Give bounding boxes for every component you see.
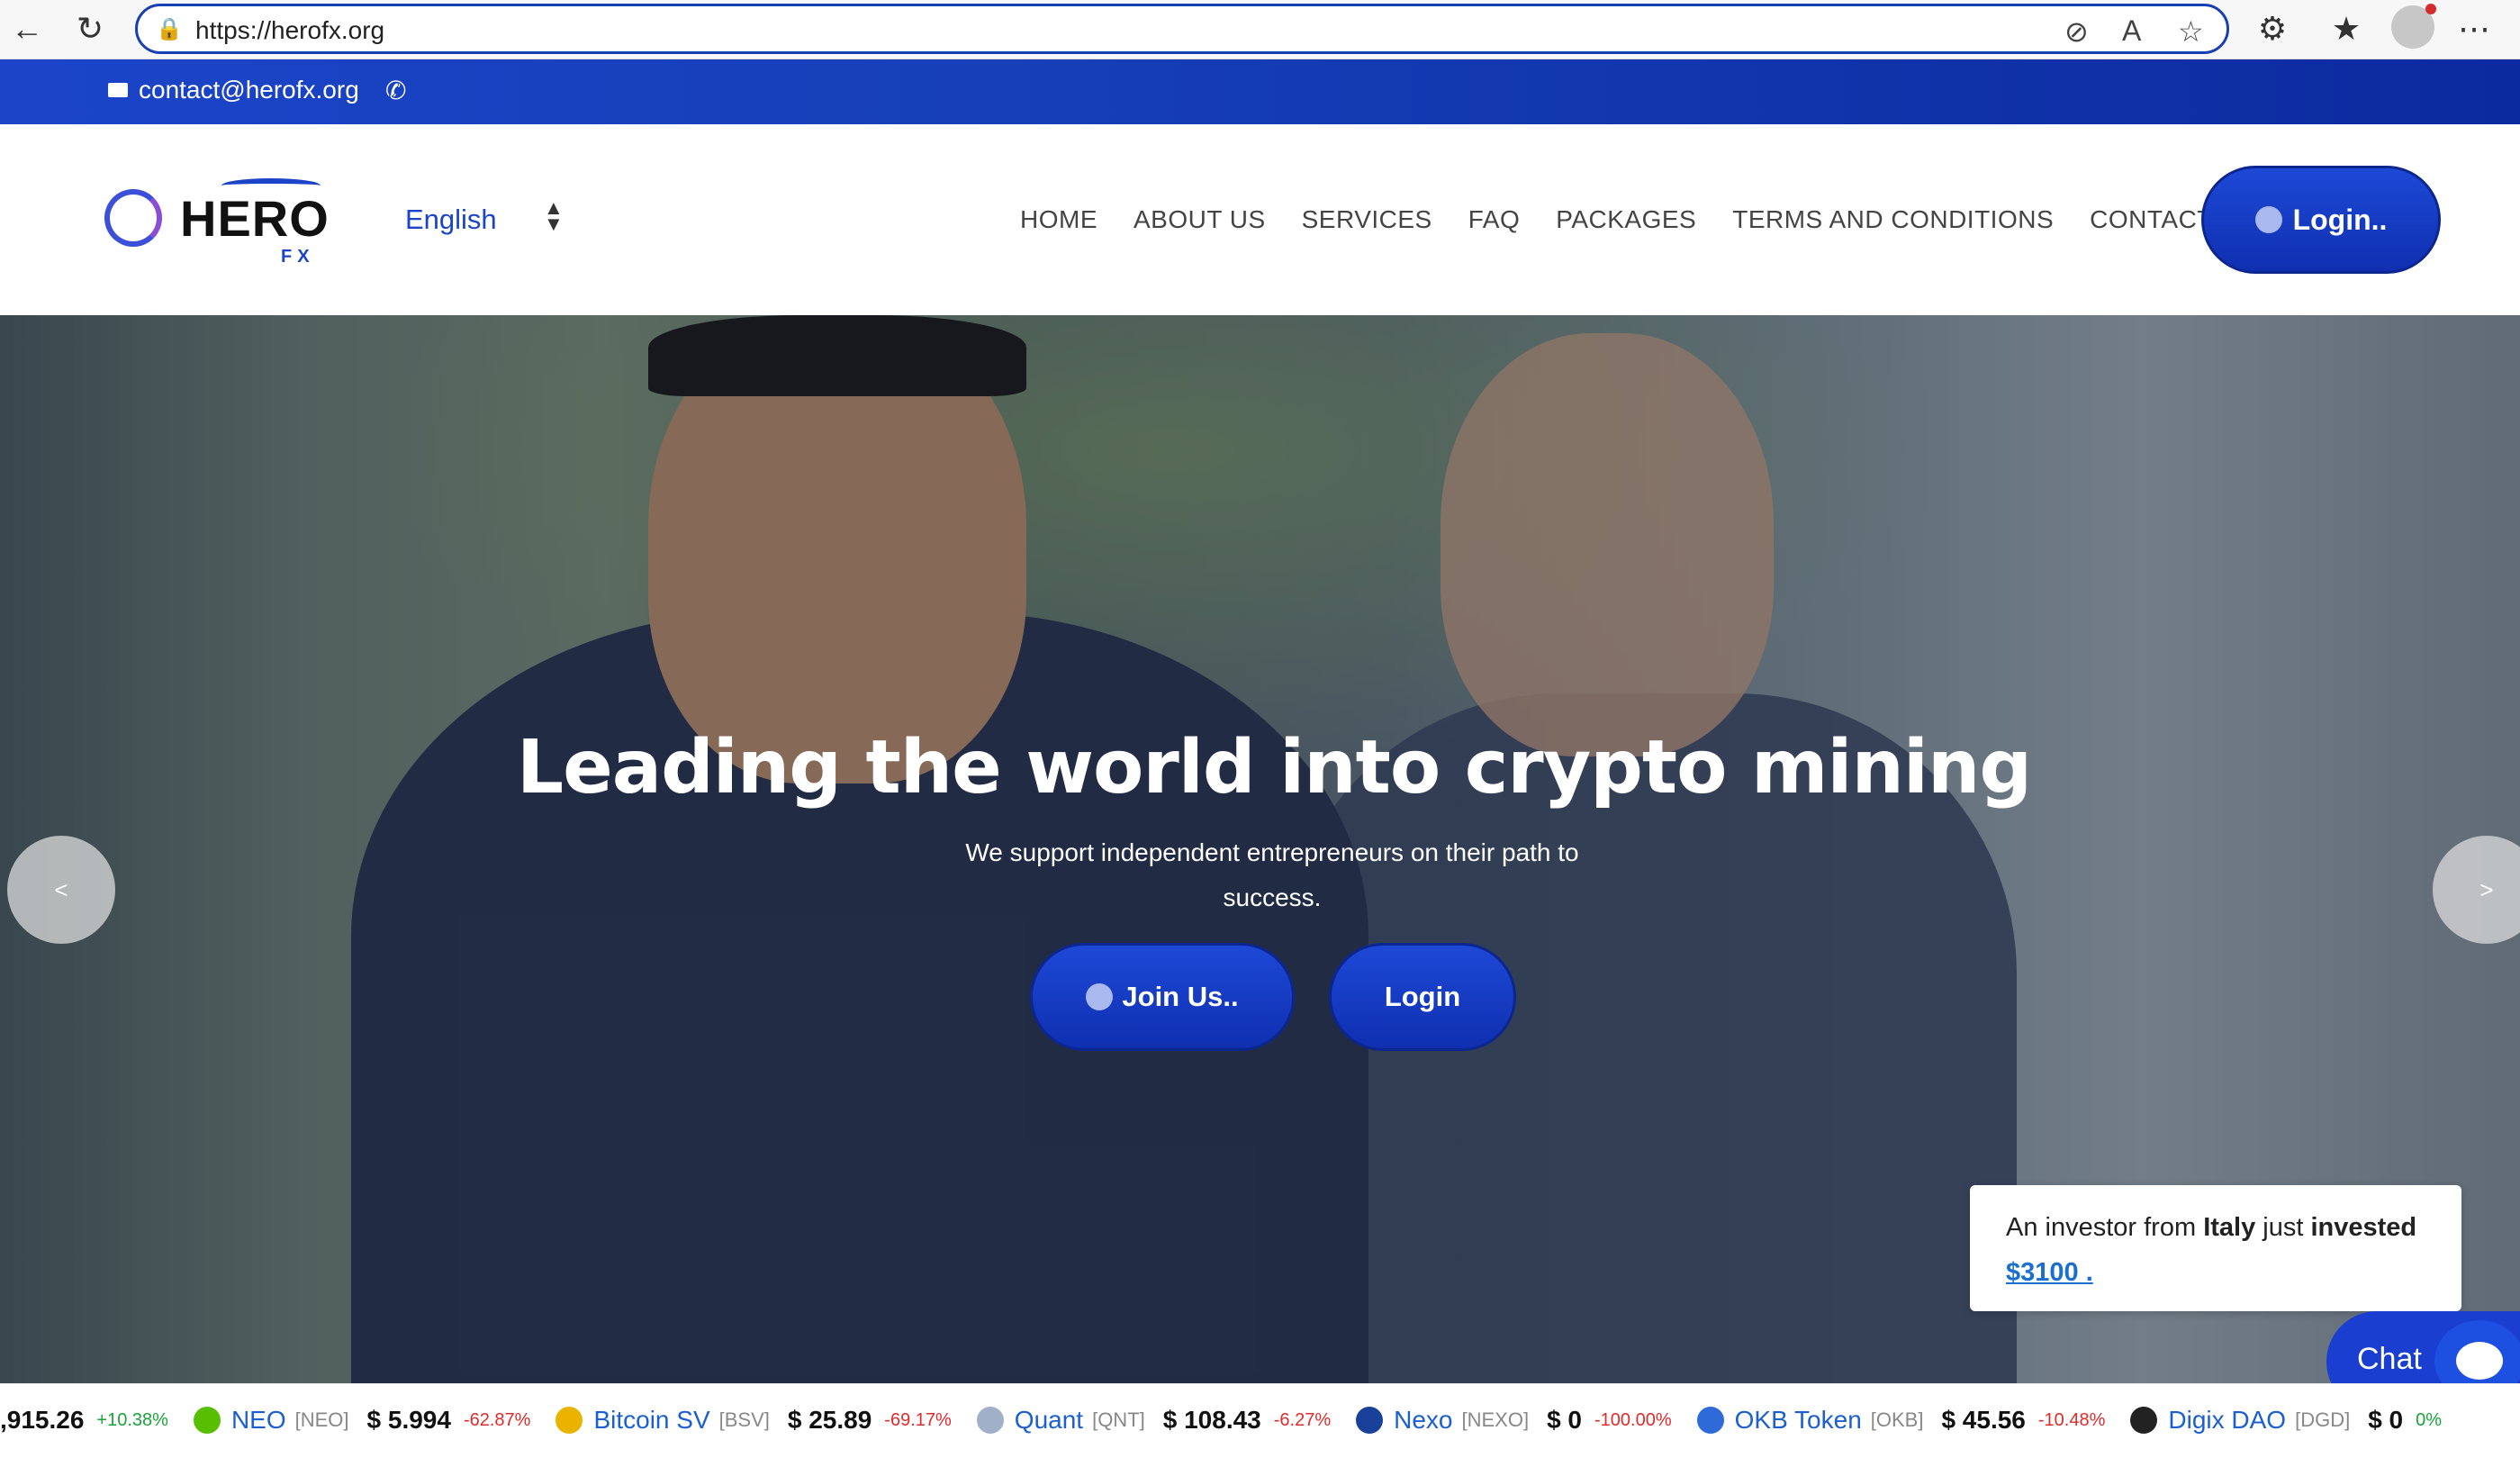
favorite-star-icon[interactable]: ☆: [2178, 14, 2204, 49]
notification-prefix: An investor from: [2006, 1213, 2204, 1242]
reload-icon[interactable]: ↻: [68, 7, 112, 50]
nav-terms[interactable]: TERMS AND CONDITIONS: [1732, 205, 2054, 234]
nav-about-us[interactable]: ABOUT US: [1134, 205, 1266, 234]
coin-price: $ 108.43: [1162, 1406, 1261, 1434]
coin-icon: [2130, 1407, 2158, 1434]
read-aloud-icon[interactable]: A: [2122, 14, 2141, 48]
back-arrow-icon[interactable]: ←: [5, 7, 49, 50]
language-select[interactable]: English: [405, 204, 497, 236]
notification-action: invested: [2310, 1213, 2417, 1242]
extensions-icon[interactable]: ⚙: [2251, 7, 2294, 50]
ticker-item[interactable]: Digix DAO [DGD] $ 0 0%: [2130, 1406, 2442, 1435]
hero-subtitle: We support independent entrepreneurs on …: [965, 838, 1579, 911]
header-login-button[interactable]: Login..: [2201, 166, 2441, 274]
coin-name: Bitcoin SV: [593, 1406, 710, 1434]
coin-change: -62.87%: [463, 1409, 531, 1430]
coin-icon: [193, 1407, 221, 1434]
main-nav: HOME ABOUT US SERVICES FAQ PACKAGES TERM…: [1020, 205, 2256, 234]
nav-packages[interactable]: PACKAGES: [1556, 205, 1696, 234]
nav-faq[interactable]: FAQ: [1468, 205, 1521, 234]
join-us-label: Join Us..: [1122, 981, 1239, 1012]
coin-change: +10.38%: [96, 1409, 168, 1430]
button-dot-icon: [2254, 206, 2282, 233]
header-login-label: Login..: [2292, 203, 2388, 236]
contact-strip: contact@herofx.org ✆: [0, 59, 2520, 124]
coin-name: Quant: [1014, 1406, 1084, 1434]
mail-icon: [108, 83, 128, 97]
address-bar[interactable]: 🔒 https://herofx.org ⊘ A ☆: [135, 4, 2229, 54]
coin-price: $ 0: [2368, 1406, 2404, 1434]
investment-notification: An investor from Italy just invested $31…: [1970, 1185, 2461, 1311]
tracking-prevention-icon[interactable]: ⊘: [2064, 14, 2089, 49]
coin-price: $ 25.89: [787, 1406, 872, 1434]
coin-symbol: [BSV]: [718, 1408, 770, 1431]
site-logo[interactable]: HERO FX: [104, 164, 339, 272]
coin-change: -100.00%: [1594, 1409, 1672, 1430]
coin-change: -6.27%: [1273, 1409, 1332, 1430]
coin-symbol: [DGD]: [2295, 1408, 2351, 1431]
join-us-button[interactable]: Join Us..: [1030, 943, 1295, 1051]
logo-text: HERO: [180, 190, 330, 247]
ticker-item[interactable]: Bitcoin SV [BSV] $ 25.89 -69.17%: [555, 1406, 952, 1435]
coin-price: $ 5.994: [366, 1406, 451, 1434]
favorites-icon[interactable]: ★: [2325, 7, 2368, 50]
coin-icon: [1356, 1407, 1384, 1434]
coin-symbol: [OKB]: [1870, 1408, 1924, 1431]
ticker-item[interactable]: Nexo [NEXO] $ 0 -100.00%: [1356, 1406, 1672, 1435]
lock-icon[interactable]: 🔒: [156, 16, 183, 41]
coin-change: -69.17%: [884, 1409, 952, 1430]
notification-middle: just: [2255, 1213, 2311, 1242]
ticker-item[interactable]: ,915.26 +10.38%: [0, 1406, 168, 1435]
chat-label: Chat: [2357, 1342, 2422, 1376]
coin-price: $ 45.56: [1941, 1406, 2026, 1434]
logo-subtext: FX: [281, 247, 315, 267]
ticker-row: ,915.26 +10.38% NEO [NEO] $ 5.994 -62.87% Bitc…: [0, 1406, 2467, 1435]
browser-toolbar: ← ↻ 🔒 https://herofx.org ⊘ A ☆ ⚙ ★ ⋯: [0, 0, 2520, 59]
coin-name: NEO: [230, 1406, 286, 1434]
coin-symbol: [QNT]: [1092, 1408, 1145, 1431]
slider-prev-button[interactable]: <: [7, 836, 115, 944]
coin-name: Nexo: [1394, 1406, 1453, 1434]
sort-arrows-icon[interactable]: ▲ ▼: [544, 198, 564, 234]
coin-icon: [555, 1407, 583, 1434]
crypto-ticker: ,915.26 +10.38% NEO [NEO] $ 5.994 -62.87% Bitc…: [0, 1383, 2520, 1458]
profile-avatar-icon[interactable]: [2391, 4, 2436, 49]
coin-change: -10.48%: [2037, 1409, 2106, 1430]
ticker-item[interactable]: NEO [NEO] $ 5.994 -62.87%: [193, 1406, 531, 1435]
url-text[interactable]: https://herofx.org: [195, 16, 384, 45]
site-header: HERO FX English ▲ ▼ HOME ABOUT US SERVICE…: [0, 124, 2520, 315]
contact-email[interactable]: contact@herofx.org: [139, 76, 359, 104]
phone-icon[interactable]: ✆: [385, 76, 406, 105]
hero-title: Leading the world into crypto mining: [516, 725, 2032, 811]
coin-name: Digix DAO: [2168, 1406, 2287, 1434]
more-menu-icon[interactable]: ⋯: [2452, 7, 2496, 50]
hero-login-button[interactable]: Login: [1329, 943, 1516, 1051]
notification-country: Italy: [2203, 1213, 2256, 1242]
coin-icon: [976, 1407, 1004, 1434]
nav-services[interactable]: SERVICES: [1302, 205, 1432, 234]
button-dot-icon: [1086, 983, 1114, 1010]
coin-price: ,915.26: [0, 1406, 85, 1434]
coin-change: 0%: [2416, 1409, 2443, 1430]
logo-mark-icon: [104, 189, 162, 247]
coin-symbol: [NEO]: [294, 1408, 349, 1431]
coin-price: $ 0: [1547, 1406, 1583, 1434]
ticker-item[interactable]: OKB Token [OKB] $ 45.56 -10.48%: [1696, 1406, 2106, 1435]
coin-icon: [1696, 1407, 1724, 1434]
ticker-item[interactable]: Quant [QNT] $ 108.43 -6.27%: [976, 1406, 1332, 1435]
nav-home[interactable]: HOME: [1020, 205, 1097, 234]
coin-symbol: [NEXO]: [1461, 1408, 1530, 1431]
coin-name: OKB Token: [1734, 1406, 1862, 1434]
notification-amount[interactable]: $3100 .: [2006, 1258, 2093, 1287]
